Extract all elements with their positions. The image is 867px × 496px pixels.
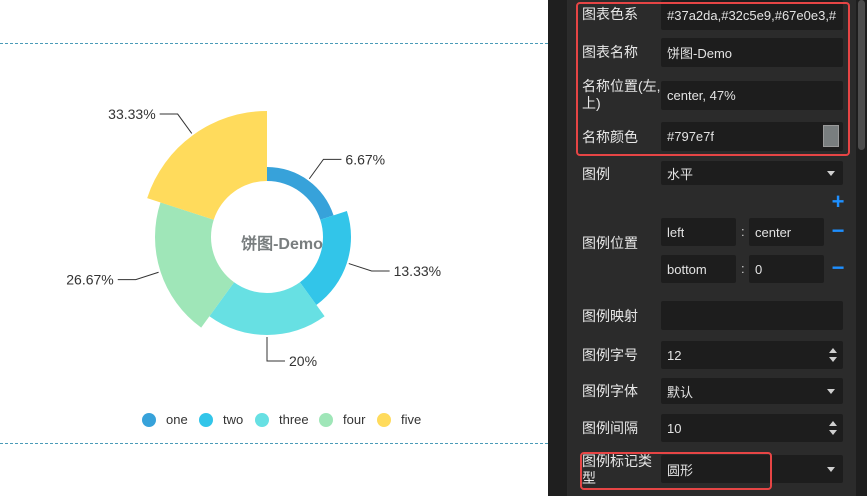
legend-pos-v-key-value: bottom <box>667 261 707 277</box>
legend-marker-three <box>255 413 269 427</box>
pie-slice-five[interactable] <box>147 111 267 220</box>
legend-item-four[interactable]: four <box>319 412 366 427</box>
palette-input[interactable]: #37a2da,#32c5e9,#67e0e3,# <box>661 0 843 30</box>
title-pos-value: center, 47% <box>667 88 736 103</box>
data-label-four: 26.67% <box>66 272 113 288</box>
legend-label-three: three <box>279 412 309 427</box>
legend-map-input[interactable] <box>661 301 843 330</box>
pie-slice-two[interactable] <box>299 211 351 305</box>
legend-gap-input[interactable]: 10 <box>661 414 843 442</box>
legend-marker-five <box>377 413 391 427</box>
legend-pos-h-val[interactable]: center <box>749 218 824 246</box>
app-root: 6.67% 13.33% 20% 26.67% 33.33% 饼图-Demo one two t… <box>0 0 867 496</box>
legend-pos-v-val[interactable]: 0 <box>749 255 824 283</box>
legend-font-select[interactable]: 默认 <box>661 378 843 404</box>
legend-pos-v-key[interactable]: bottom <box>661 255 736 283</box>
legend-label: 图例 <box>582 166 610 182</box>
remove-icon[interactable]: − <box>830 220 846 242</box>
legend-label-five: five <box>401 412 421 427</box>
title-pos-input[interactable]: center, 47% <box>661 81 843 110</box>
stepper-icon[interactable] <box>829 421 837 435</box>
leader-line-five <box>159 113 193 134</box>
legend-item-five[interactable]: five <box>377 412 421 427</box>
data-label-two: 13.33% <box>394 263 441 279</box>
title-name-value: 饼图-Demo <box>667 46 733 61</box>
title-pos-label-1: 名称位置(左, <box>582 78 660 94</box>
legend-marker-one <box>142 413 156 427</box>
title-color-value: #797e7f <box>667 129 714 144</box>
panel-body: 图表色系 #37a2da,#32c5e9,#67e0e3,# 图表名称 饼图-D… <box>568 0 856 496</box>
legend-marker-two <box>199 413 213 427</box>
legend-font-size-input[interactable]: 12 <box>661 341 843 369</box>
legend-font-size-value: 12 <box>667 347 682 363</box>
legend-marker-select[interactable]: 圆形 <box>661 455 843 483</box>
leader-line-four <box>117 271 159 281</box>
legend-marker-four <box>319 413 333 427</box>
chevron-down-icon <box>827 171 835 176</box>
chart-canvas[interactable]: 6.67% 13.33% 20% 26.67% 33.33% 饼图-Demo one two t… <box>0 0 548 496</box>
legend-item-two[interactable]: two <box>199 412 243 427</box>
legend-pos-h-key-value: left <box>667 224 685 240</box>
palette-label: 图表色系 <box>582 6 638 22</box>
legend-label-four: four <box>343 412 366 427</box>
chevron-down-icon <box>827 389 835 394</box>
legend-pos-h-val-value: center <box>755 224 792 240</box>
legend-gap-label: 图例间隔 <box>582 420 638 436</box>
legend-font-value: 默认 <box>667 384 694 400</box>
title-color-swatch[interactable] <box>823 125 839 147</box>
legend-pos-colon-2: : <box>741 261 745 276</box>
remove-icon[interactable]: − <box>830 257 846 279</box>
chart-title: 饼图-Demo <box>241 234 323 253</box>
title-pos-label-2: 上) <box>582 95 601 111</box>
title-color-label: 名称颜色 <box>582 129 638 145</box>
legend-pos-label: 图例位置 <box>582 235 638 251</box>
leader-line-three <box>266 337 285 362</box>
title-color-input[interactable]: #797e7f <box>661 122 843 151</box>
palette-value: #37a2da,#32c5e9,#67e0e3,# <box>667 7 837 23</box>
add-icon[interactable]: + <box>830 191 846 213</box>
legend-marker-value: 圆形 <box>667 462 694 478</box>
legend-font-label: 图例字体 <box>582 383 638 399</box>
legend-item-one[interactable]: one <box>142 412 188 427</box>
legend-marker-label-1: 图例标记类 <box>582 453 652 469</box>
legend-gap-value: 10 <box>667 420 682 436</box>
title-name-label: 图表名称 <box>582 44 638 60</box>
property-panel: 图表色系 #37a2da,#32c5e9,#67e0e3,# 图表名称 饼图-D… <box>548 0 867 496</box>
chevron-down-icon <box>827 467 835 472</box>
title-name-input[interactable]: 饼图-Demo <box>661 38 843 67</box>
legend-orient-select[interactable]: 水平 <box>661 161 843 185</box>
pie-slice-one[interactable] <box>267 167 334 220</box>
leader-line-one <box>308 158 342 180</box>
legend-pos-colon-1: : <box>741 224 745 239</box>
legend-item-three[interactable]: three <box>255 412 309 427</box>
data-label-five: 33.33% <box>108 106 155 122</box>
panel-scrollbar[interactable] <box>856 0 867 496</box>
legend-label-one: one <box>166 412 188 427</box>
legend-font-size-label: 图例字号 <box>582 347 638 363</box>
legend-map-label: 图例映射 <box>582 308 638 324</box>
legend-orient-value: 水平 <box>667 166 694 182</box>
data-label-one: 6.67% <box>345 151 385 167</box>
legend-pos-h-key[interactable]: left <box>661 218 736 246</box>
data-label-three: 20% <box>289 353 317 369</box>
panel-gutter <box>548 0 568 496</box>
pie-chart: 6.67% 13.33% 20% 26.67% 33.33% 饼图-Demo one two t… <box>66 106 441 427</box>
legend-marker-label-2: 型 <box>582 470 596 486</box>
scrollbar-thumb[interactable] <box>858 0 865 150</box>
leader-line-two <box>348 263 390 272</box>
legend-pos-v-val-value: 0 <box>755 261 763 277</box>
stepper-icon[interactable] <box>829 348 837 362</box>
legend-label-two: two <box>223 412 243 427</box>
